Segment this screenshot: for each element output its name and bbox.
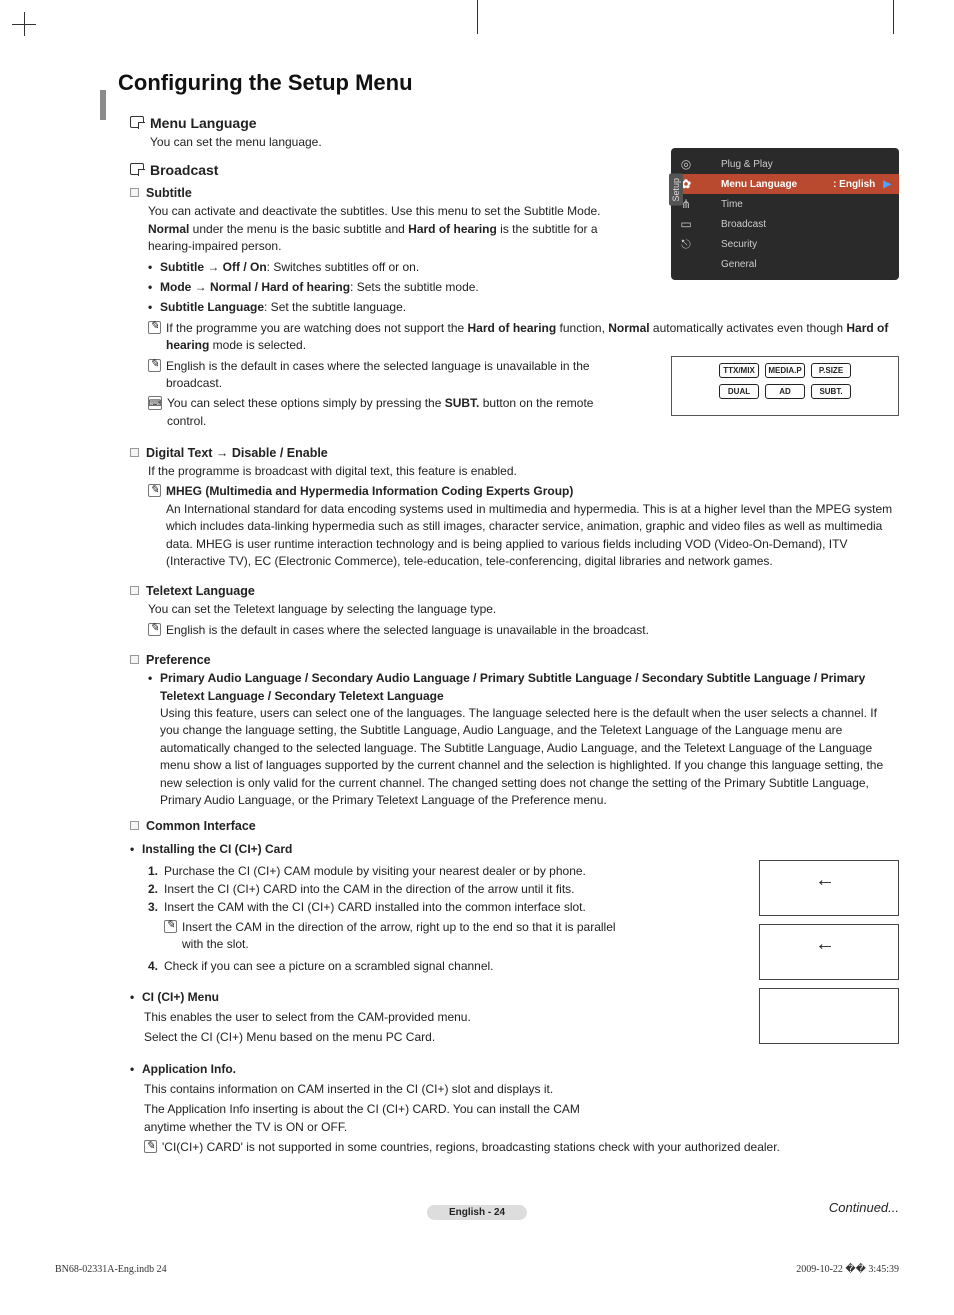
- remote-button: DUAL: [719, 384, 759, 399]
- note-icon: ✎: [164, 920, 177, 933]
- accent-bar: [100, 90, 106, 120]
- remote-illustration: TTX/MIX MEDIA.P P.SIZE DUAL AD SUBT.: [671, 356, 899, 416]
- footer-file: BN68-02331A-Eng.indb 24: [55, 1264, 167, 1275]
- section-icon: [130, 116, 144, 128]
- note-icon: ✎: [148, 623, 161, 636]
- remote-button: TTX/MIX: [719, 363, 759, 378]
- body-text: 'CI(CI+) CARD' is not supported in some …: [162, 1139, 780, 1156]
- remote-button: SUBT.: [811, 384, 851, 399]
- bullet-icon: [148, 670, 160, 809]
- subsection-icon: [130, 188, 139, 197]
- bullet-icon: [130, 1061, 142, 1078]
- body-text: You can select these options simply by p…: [167, 395, 618, 430]
- continued-label: Continued...: [829, 1200, 899, 1215]
- body-text: Subtitle Language: Set the subtitle lang…: [160, 299, 406, 316]
- ordered-list: 1.Purchase the CI (CI+) CAM module by vi…: [148, 862, 618, 916]
- page-number-label: English - 24: [427, 1205, 527, 1220]
- section-heading: Menu Language: [150, 115, 257, 131]
- body-text: CI (CI+) Menu: [142, 989, 219, 1006]
- bullet-icon: [130, 989, 142, 1006]
- osd-tab-label: Setup: [669, 174, 683, 206]
- note-icon: ✎: [148, 484, 161, 497]
- section-icon: [130, 163, 144, 175]
- body-text: If the programme is broadcast with digit…: [148, 463, 899, 480]
- bullet-icon: [148, 259, 160, 276]
- remote-button: P.SIZE: [811, 363, 851, 378]
- subsection-heading: Subtitle: [146, 186, 192, 200]
- note-icon: ✎: [148, 321, 161, 334]
- chevron-right-icon: ▶: [883, 179, 891, 190]
- arrow-left-icon: ←: [815, 933, 835, 956]
- subsection-icon: [130, 586, 139, 595]
- bullet-icon: [148, 279, 160, 296]
- ordered-list: 4.Check if you can see a picture on a sc…: [148, 957, 618, 975]
- subsection-icon: [130, 448, 139, 457]
- bullet-icon: [148, 299, 160, 316]
- subsection-heading: Preference: [146, 653, 211, 667]
- body-text: Insert the CAM in the direction of the a…: [182, 919, 634, 954]
- globe-icon: ◎: [675, 157, 697, 171]
- body-text: Mode → Normal / Hard of hearing: Sets th…: [160, 279, 479, 296]
- subsection-icon: [130, 655, 139, 664]
- body-text: The Application Info inserting is about …: [144, 1101, 614, 1136]
- arrow-left-icon: ←: [815, 869, 835, 892]
- tv-icon: ▭: [675, 217, 697, 231]
- body-text: Application Info.: [142, 1061, 236, 1078]
- body-text: Subtitle → Off / On: Switches subtitles …: [160, 259, 419, 276]
- page-title: Configuring the Setup Menu: [118, 70, 899, 96]
- note-icon: ✎: [144, 1140, 157, 1153]
- body-text: English is the default in cases where th…: [166, 622, 649, 639]
- remote-button: AD: [765, 384, 805, 399]
- footer-timestamp: 2009-10-22 �� 3:45:39: [796, 1264, 899, 1275]
- body-text: English is the default in cases where th…: [166, 358, 618, 393]
- subsection-heading: Digital Text → Disable / Enable: [146, 446, 328, 460]
- body-text: You can set the Teletext language by sel…: [148, 601, 899, 618]
- remote-icon: ⌨: [148, 396, 162, 410]
- body-text: If the programme you are watching does n…: [166, 320, 899, 355]
- osd-screenshot: Setup ◎Plug & Play ✿Menu Language: Engli…: [671, 148, 899, 280]
- subsection-heading: Teletext Language: [146, 584, 255, 598]
- note-icon: ✎: [148, 359, 161, 372]
- body-text: MHEG (Multimedia and Hypermedia Informat…: [166, 483, 899, 570]
- bullet-icon: [130, 841, 142, 858]
- body-text: Primary Audio Language / Secondary Audio…: [160, 670, 899, 809]
- body-text: This contains information on CAM inserte…: [144, 1081, 899, 1098]
- body-text: You can activate and deactivate the subt…: [148, 203, 618, 255]
- lock-icon: ⎋: [675, 237, 697, 252]
- subsection-icon: [130, 821, 139, 830]
- section-heading: Broadcast: [150, 162, 218, 178]
- ci-card-illustration: ← ←: [759, 860, 899, 1052]
- subsection-heading: Common Interface: [146, 819, 256, 833]
- body-text: Installing the CI (CI+) Card: [142, 841, 292, 858]
- remote-button: MEDIA.P: [765, 363, 805, 378]
